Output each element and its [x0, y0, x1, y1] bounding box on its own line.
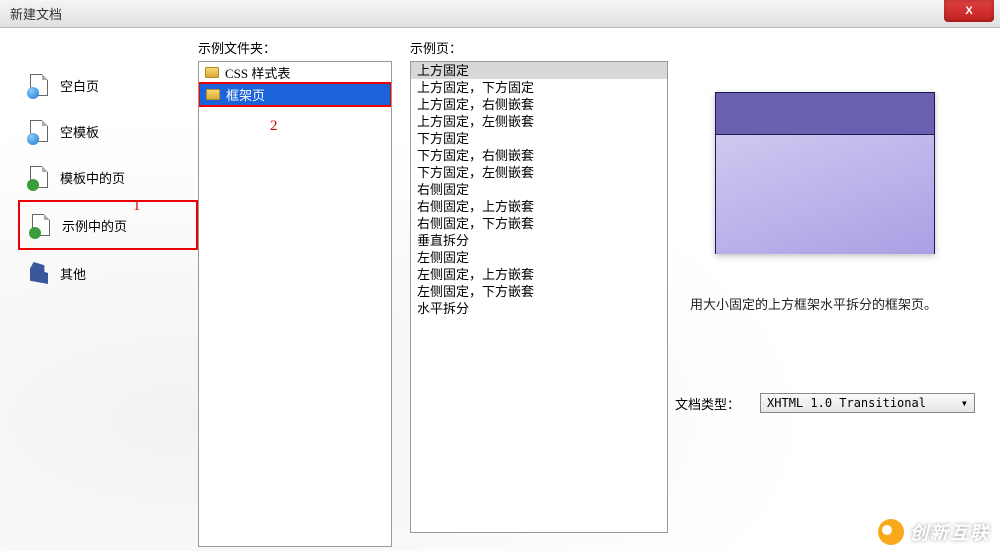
folder-icon [206, 89, 220, 100]
page-item[interactable]: 上方固定 [411, 62, 667, 79]
sidebar-item-label: 空模板 [60, 122, 99, 141]
folder-icon [205, 67, 219, 78]
preview-description: 用大小固定的上方框架水平拆分的框架页。 [690, 294, 960, 313]
preview-bottom-frame [716, 135, 934, 254]
sample-folder-header: 示例文件夹： [198, 38, 392, 61]
page-icon [28, 166, 50, 188]
title-bar: 新建文档 X [0, 0, 1000, 28]
page-item[interactable]: 上方固定，右侧嵌套 [411, 96, 667, 113]
sidebar-item-label: 其他 [60, 264, 86, 283]
doctype-select[interactable]: XHTML 1.0 Transitional ▾ [760, 393, 975, 413]
sidebar-item-blank-page[interactable]: 空白页 [18, 62, 198, 108]
page-item[interactable]: 左侧固定，上方嵌套 [411, 266, 667, 283]
page-item[interactable]: 上方固定，下方固定 [411, 79, 667, 96]
page-icon [28, 74, 50, 96]
category-sidebar: 空白页 空模板 模板中的页 示例中的页 其他 [18, 38, 198, 533]
page-item[interactable]: 右侧固定，上方嵌套 [411, 198, 667, 215]
sidebar-item-other[interactable]: 其他 [18, 250, 198, 296]
folder-item-label: CSS 样式表 [225, 63, 290, 82]
page-icon [28, 120, 50, 142]
doctype-row: 文档类型： XHTML 1.0 Transitional ▾ [675, 393, 975, 413]
sidebar-item-label: 空白页 [60, 76, 99, 95]
sample-folder-list[interactable]: CSS 样式表 框架页 [198, 61, 392, 547]
page-item[interactable]: 右侧固定，下方嵌套 [411, 215, 667, 232]
folder-item-frameset[interactable]: 框架页 [198, 82, 392, 107]
folder-item-css[interactable]: CSS 样式表 [199, 62, 391, 83]
doctype-value: XHTML 1.0 Transitional [767, 396, 926, 410]
sidebar-item-blank-template[interactable]: 空模板 [18, 108, 198, 154]
annotation-2: 2 [270, 118, 278, 135]
chevron-down-icon: ▾ [961, 396, 968, 410]
folder-item-label: 框架页 [226, 85, 265, 104]
sidebar-item-template-page[interactable]: 模板中的页 [18, 154, 198, 200]
other-icon [28, 262, 50, 284]
page-item[interactable]: 左侧固定 [411, 249, 667, 266]
page-item[interactable]: 垂直拆分 [411, 232, 667, 249]
sidebar-item-sample-page[interactable]: 示例中的页 [18, 200, 198, 250]
preview-top-frame [716, 93, 934, 135]
sample-page-header: 示例页： [410, 38, 668, 61]
page-item[interactable]: 下方固定，左侧嵌套 [411, 164, 667, 181]
dialog-content: 空白页 空模板 模板中的页 示例中的页 其他 1 2 示例文件夹： CSS 样式… [0, 28, 1000, 551]
preview-thumbnail [715, 92, 935, 254]
annotation-1: 1 [133, 198, 141, 215]
watermark-logo-icon [878, 519, 904, 545]
sidebar-item-label: 示例中的页 [62, 216, 127, 235]
watermark: 创新互联 [878, 519, 990, 545]
page-item[interactable]: 上方固定，左侧嵌套 [411, 113, 667, 130]
sample-page-column: 示例页： 上方固定 上方固定，下方固定 上方固定，右侧嵌套 上方固定，左侧嵌套 … [410, 38, 668, 533]
close-button[interactable]: X [944, 0, 994, 22]
doctype-label: 文档类型： [675, 394, 740, 413]
page-item[interactable]: 水平拆分 [411, 300, 667, 317]
page-item[interactable]: 下方固定，右侧嵌套 [411, 147, 667, 164]
window-title: 新建文档 [10, 4, 62, 23]
page-item[interactable]: 下方固定 [411, 130, 667, 147]
page-item[interactable]: 左侧固定，下方嵌套 [411, 283, 667, 300]
sample-page-list[interactable]: 上方固定 上方固定，下方固定 上方固定，右侧嵌套 上方固定，左侧嵌套 下方固定 … [410, 61, 668, 533]
page-icon [30, 214, 52, 236]
page-item[interactable]: 右侧固定 [411, 181, 667, 198]
sample-folder-column: 示例文件夹： CSS 样式表 框架页 [198, 38, 392, 533]
preview-column: 用大小固定的上方框架水平拆分的框架页。 文档类型： XHTML 1.0 Tran… [668, 38, 982, 533]
watermark-text: 创新互联 [910, 519, 990, 545]
close-icon: X [965, 5, 972, 17]
sidebar-item-label: 模板中的页 [60, 168, 125, 187]
